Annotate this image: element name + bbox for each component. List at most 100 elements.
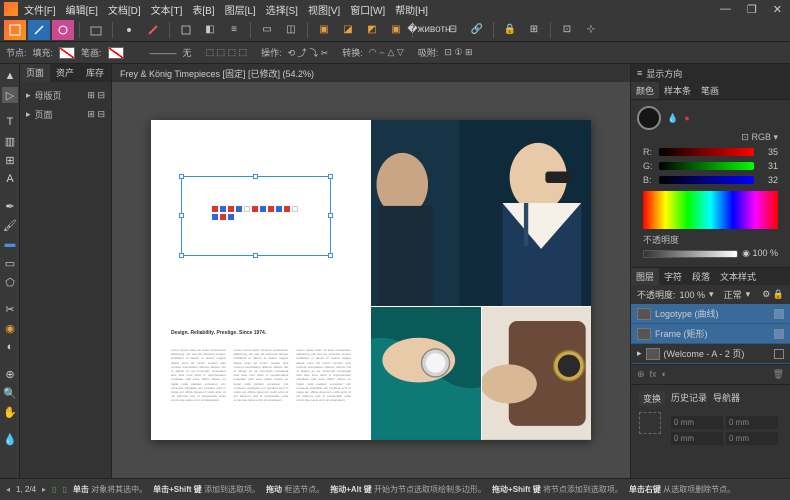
tab-history[interactable]: 历史记录 <box>671 391 707 406</box>
prev-page-button[interactable]: ◂ <box>6 485 10 494</box>
menu-text[interactable]: 文本[T] <box>151 2 183 17</box>
menu-edit[interactable]: 编辑[E] <box>66 2 98 17</box>
menu-help[interactable]: 帮助[H] <box>395 2 428 17</box>
shape-tool[interactable]: ⬠ <box>2 274 18 290</box>
tab-paragraph[interactable]: 段落 <box>687 268 715 285</box>
page-indicator[interactable]: 1, 2/4 <box>16 485 36 494</box>
brush-tool[interactable]: 🖌 <box>2 217 18 233</box>
visibility-checkbox[interactable] <box>774 349 784 359</box>
node-tool-icon[interactable] <box>118 20 140 40</box>
opacity-slider[interactable] <box>643 250 738 258</box>
table-tool[interactable]: ⊞ <box>2 152 18 168</box>
preflight-icon[interactable] <box>175 20 197 40</box>
move-tool[interactable]: ▲ <box>2 68 18 84</box>
maximize-button[interactable]: ❐ <box>743 3 761 16</box>
r-slider[interactable] <box>659 148 754 156</box>
menu-file[interactable]: 文件[F] <box>24 2 56 17</box>
next-page-button[interactable]: ▸ <box>42 485 46 494</box>
menu-select[interactable]: 选择[S] <box>266 2 298 17</box>
hue-picker[interactable] <box>643 191 778 229</box>
x-field[interactable]: 0 mm <box>671 416 723 429</box>
picture-frame-tool[interactable]: ▭ <box>2 255 18 271</box>
transparency-tool[interactable]: ◐ <box>2 339 18 355</box>
lock-icon[interactable]: 🔒 <box>499 20 521 40</box>
tab-color[interactable]: 颜色 <box>631 82 659 99</box>
tab-transform[interactable]: 变换 <box>639 391 665 406</box>
layer-logotype[interactable]: Logotype (曲线) <box>631 304 790 324</box>
blend-mode-select[interactable]: 正常 <box>724 288 742 301</box>
align-center-icon[interactable]: ⊟ <box>442 20 464 40</box>
stroke-swatch[interactable] <box>108 47 124 59</box>
artistic-text-tool[interactable]: A <box>2 171 18 187</box>
fill-tool[interactable]: ◉ <box>2 320 18 336</box>
persona-publisher[interactable] <box>4 20 26 40</box>
guides-icon[interactable]: ⊹ <box>580 20 602 40</box>
snap-toggle-icon[interactable]: ⊡ <box>556 20 578 40</box>
arrange-back-icon[interactable]: ▣ <box>313 20 335 40</box>
menu-layer[interactable]: 图层[L] <box>225 2 256 17</box>
tab-swatches[interactable]: 样本条 <box>659 82 696 99</box>
persona-designer[interactable] <box>28 20 50 40</box>
clip-icon[interactable]: ◫ <box>280 20 302 40</box>
preview-icon[interactable]: ▭ <box>256 20 278 40</box>
open-icon[interactable] <box>85 20 107 40</box>
close-button[interactable]: ✕ <box>769 3 786 16</box>
layer-options-icon[interactable]: ⚙ 🔒 <box>762 289 784 300</box>
arrange-backward-icon[interactable]: ◪ <box>337 20 359 40</box>
tab-navigator[interactable]: 导航器 <box>713 391 740 406</box>
delete-layer-icon[interactable]: 🗑 <box>773 369 784 380</box>
master-pages-item[interactable]: ▸ 母版页⊞ ⊟ <box>24 86 107 105</box>
visibility-checkbox[interactable] <box>774 309 784 319</box>
color-well[interactable] <box>637 106 661 130</box>
frame-text-tool[interactable]: ▥ <box>2 133 18 149</box>
tab-pages[interactable]: 页面 <box>20 64 50 82</box>
menu-window[interactable]: 窗口[W] <box>350 2 385 17</box>
layer-frame[interactable]: Frame (矩形) <box>631 324 790 344</box>
eyedropper-icon[interactable]: 💧 <box>667 113 678 124</box>
color-picker-tool[interactable]: 💧 <box>2 431 18 447</box>
baseline-icon[interactable]: ≡ <box>223 20 245 40</box>
snap-icons[interactable]: ⊡ ① ⊞ <box>444 47 472 58</box>
tab-stroke[interactable]: 笔画 <box>696 82 724 99</box>
stroke-style[interactable]: ——— <box>150 48 177 58</box>
b-slider[interactable] <box>659 176 754 184</box>
add-layer-icon[interactable]: ⊕ <box>637 369 645 380</box>
visibility-checkbox[interactable] <box>774 329 784 339</box>
menu-document[interactable]: 文档[D] <box>108 2 141 17</box>
text-tool[interactable]: T <box>2 114 18 130</box>
tab-character[interactable]: 字符 <box>659 268 687 285</box>
node-tool[interactable]: ▷ <box>2 87 18 103</box>
blend-opacity-value[interactable]: 100 % <box>680 290 706 300</box>
fx-icon[interactable]: fx <box>650 369 657 380</box>
persona-photo[interactable] <box>52 20 74 40</box>
color-mode-select[interactable]: ⊡ RGB ▾ <box>637 130 784 145</box>
document-tab[interactable]: Frey & König Timepieces [固定] [已修改] (54.2… <box>112 64 630 82</box>
mask-icon[interactable]: ◐ <box>662 369 667 380</box>
canvas-viewport[interactable]: Design. Reliability. Prestige. Since 197… <box>112 82 630 478</box>
rectangle-tool[interactable]: ▬ <box>2 236 18 252</box>
y-field[interactable]: 0 mm <box>671 432 723 445</box>
paint-icon[interactable] <box>142 20 164 40</box>
insert-icon[interactable]: ⊞ <box>523 20 545 40</box>
w-field[interactable]: 0 mm <box>726 416 778 429</box>
tab-layers[interactable]: 图层 <box>631 268 659 285</box>
fill-swatch[interactable] <box>59 47 75 59</box>
minimize-button[interactable]: — <box>716 3 735 16</box>
zoom-tool[interactable]: 🔍 <box>2 385 18 401</box>
tab-text-styles[interactable]: 文本样式 <box>715 268 761 285</box>
menu-view[interactable]: 视图[V] <box>308 2 340 17</box>
arrange-front-icon[interactable]: ▣ <box>385 20 407 40</box>
layer-welcome-page[interactable]: ▸ (Welcome - A - 2 页) <box>631 344 790 364</box>
hand-tool[interactable]: ✋ <box>2 404 18 420</box>
menu-table[interactable]: 表[B] <box>192 2 214 17</box>
action-icons[interactable]: ⟲ ⤴ ⤵ ✂ <box>288 46 329 59</box>
align-left-icon[interactable]: �животн <box>418 20 440 40</box>
tab-assets[interactable]: 资产 <box>50 64 80 82</box>
arrange-forward-icon[interactable]: ◩ <box>361 20 383 40</box>
convert-icons[interactable]: ◠ ⌢ △ ▽ <box>369 47 404 58</box>
pages-item[interactable]: ▸ 页面⊞ ⊟ <box>24 105 107 124</box>
h-field[interactable]: 0 mm <box>726 432 778 445</box>
link-icon[interactable]: 🔗 <box>466 20 488 40</box>
crop-tool[interactable]: ✂ <box>2 301 18 317</box>
place-tool[interactable]: ⊕ <box>2 366 18 382</box>
